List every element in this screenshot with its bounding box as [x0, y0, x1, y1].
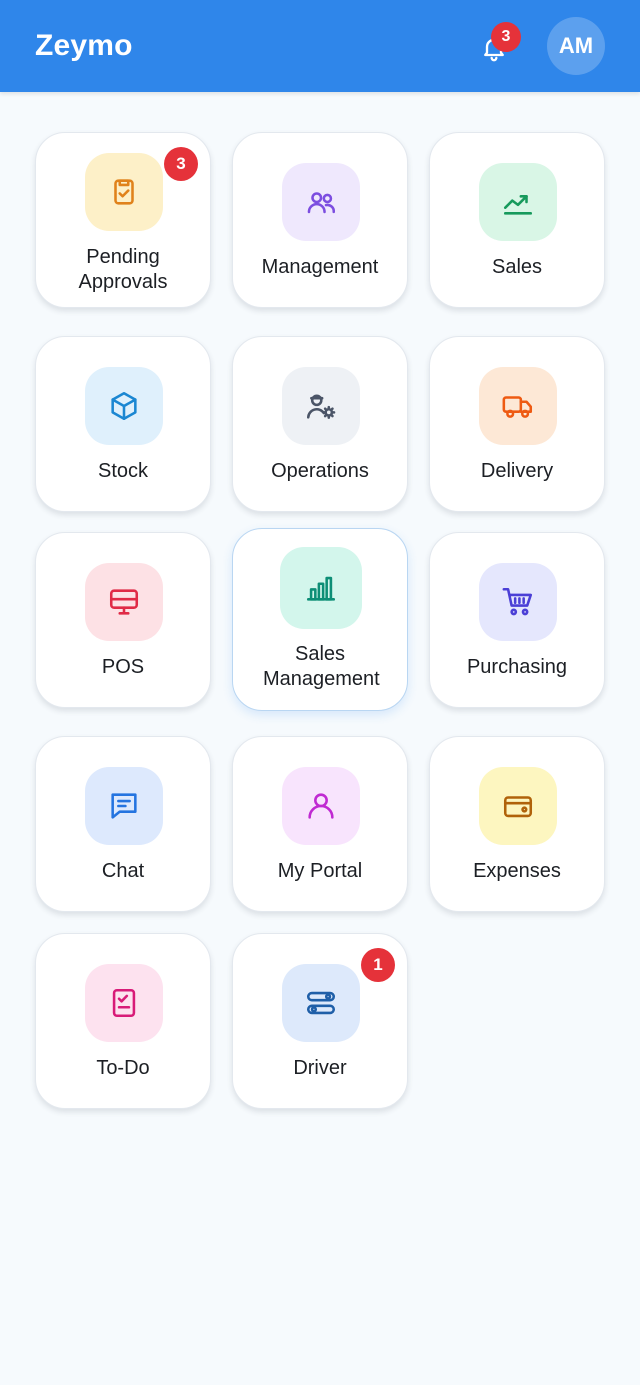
checklist-icon-box	[85, 964, 163, 1042]
tile-management[interactable]: Management	[232, 132, 408, 308]
tile-stock[interactable]: Stock	[35, 336, 211, 512]
clipboard-check-icon-box	[85, 153, 163, 231]
wallet-icon	[503, 796, 533, 818]
notification-badge: 3	[491, 22, 521, 52]
cart-icon	[502, 587, 533, 616]
tile-label: Delivery	[480, 460, 554, 482]
user-gear-icon-box	[282, 367, 360, 445]
tile-purchasing[interactable]: Purchasing	[429, 532, 605, 708]
tile-label: My Portal	[277, 860, 363, 882]
truck-icon	[502, 396, 533, 418]
tile-label: Expenses	[473, 860, 561, 882]
user-icon	[308, 793, 334, 819]
tile-label: Management	[261, 256, 379, 278]
trend-up-icon-box	[479, 163, 557, 241]
tile-sales-management[interactable]: Sales Management	[232, 528, 408, 711]
tile-my-portal[interactable]: My Portal	[232, 736, 408, 912]
wallet-icon-box	[479, 767, 557, 845]
tile-driver[interactable]: Driver 1	[232, 933, 408, 1109]
tile-sales[interactable]: Sales	[429, 132, 605, 308]
chat-icon	[111, 793, 137, 819]
tile-label: Stock	[97, 460, 149, 482]
tile-label: Pending Approvals	[78, 246, 168, 293]
tile-label: Operations	[271, 460, 369, 482]
tile-to-do[interactable]: To-Do	[35, 933, 211, 1109]
checklist-icon	[112, 988, 136, 1018]
monitor-icon	[109, 589, 139, 615]
box-icon-box	[85, 367, 163, 445]
tile-chat[interactable]: Chat	[35, 736, 211, 912]
users-icon	[307, 192, 336, 214]
monitor-icon-box	[85, 563, 163, 641]
user-gear-icon	[306, 394, 336, 419]
app: Zeymo 3 AM Pending Approvals 3 Management S…	[0, 0, 640, 1385]
route-icon-box	[282, 964, 360, 1042]
tile-expenses[interactable]: Expenses	[429, 736, 605, 912]
tile-label: To-Do	[96, 1057, 150, 1079]
bar-chart-icon-box	[280, 547, 362, 629]
tile-badge: 1	[361, 948, 395, 982]
tile-operations[interactable]: Operations	[232, 336, 408, 512]
tile-label: Sales Management	[263, 643, 380, 690]
users-icon-box	[282, 163, 360, 241]
chat-icon-box	[85, 767, 163, 845]
avatar[interactable]: AM	[547, 17, 605, 75]
tile-pending-approvals[interactable]: Pending Approvals 3	[35, 132, 211, 308]
tile-label: Purchasing	[466, 656, 568, 678]
tile-label: Chat	[101, 860, 145, 882]
route-icon	[306, 991, 336, 1015]
box-icon	[111, 391, 137, 421]
clipboard-check-icon	[114, 179, 134, 205]
tile-label: Sales	[491, 256, 543, 278]
tile-badge: 3	[164, 147, 198, 181]
tile-label: Driver	[293, 1057, 347, 1079]
bar-chart-icon	[306, 576, 336, 601]
tile-label: POS	[101, 656, 145, 678]
tile-delivery[interactable]: Delivery	[429, 336, 605, 512]
user-icon-box	[282, 767, 360, 845]
truck-icon-box	[479, 367, 557, 445]
cart-icon-box	[479, 563, 557, 641]
app-header: Zeymo 3 AM	[0, 0, 640, 92]
brand-title: Zeymo	[35, 29, 133, 62]
trend-up-icon	[503, 195, 533, 215]
tile-pos[interactable]: POS	[35, 532, 211, 708]
